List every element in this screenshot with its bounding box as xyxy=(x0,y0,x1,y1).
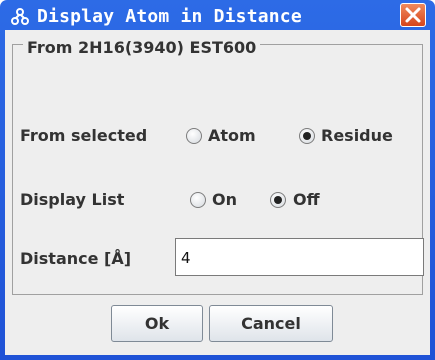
close-button[interactable] xyxy=(400,3,426,27)
radio-residue-label[interactable]: Residue xyxy=(321,126,393,145)
window-title: Display Atom in Distance xyxy=(37,6,302,27)
molecule-app-icon xyxy=(11,8,29,26)
radio-on-label[interactable]: On xyxy=(212,190,237,209)
ok-button[interactable]: Ok xyxy=(111,305,203,342)
from-selected-label: From selected xyxy=(20,126,148,145)
group-legend: From 2H16(3940) EST600 xyxy=(23,38,261,57)
radio-atom-label[interactable]: Atom xyxy=(208,126,256,145)
radio-off[interactable] xyxy=(270,192,286,208)
title-bar[interactable]: Display Atom in Distance xyxy=(0,0,435,30)
radio-off-label[interactable]: Off xyxy=(293,190,320,209)
display-list-label: Display List xyxy=(20,190,125,209)
radio-residue[interactable] xyxy=(299,128,315,144)
distance-label: Distance [Å] xyxy=(20,249,132,268)
close-icon xyxy=(405,7,421,23)
cancel-button[interactable]: Cancel xyxy=(209,305,333,342)
radio-on[interactable] xyxy=(190,192,206,208)
distance-input[interactable]: 4 xyxy=(175,238,424,276)
dialog-body: From 2H16(3940) EST600 From selected Ato… xyxy=(5,30,430,355)
radio-atom[interactable] xyxy=(186,128,202,144)
dialog-window: Display Atom in Distance From 2H16(3940)… xyxy=(0,0,435,360)
